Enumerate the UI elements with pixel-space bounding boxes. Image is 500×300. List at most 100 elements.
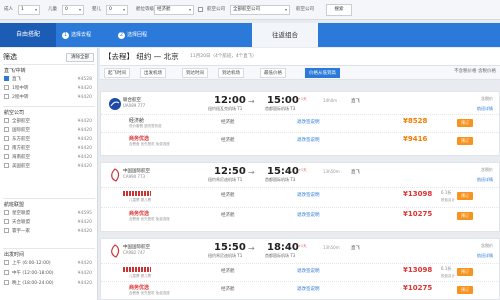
checkbox-icon: [4, 154, 9, 159]
arrival-time: 18:40: [267, 242, 299, 253]
airline-select[interactable]: 全部航空公司 ▾: [230, 5, 290, 15]
tax-toggle[interactable]: 不含税价格 含税价格: [454, 68, 496, 74]
fare-price: ¥10275: [403, 284, 433, 292]
arrow-right-icon: →: [248, 168, 255, 177]
next-day-badge: +1天: [298, 168, 307, 172]
tab-roundtrip-combo[interactable]: 往返组合: [252, 23, 318, 47]
fare-cabin: 经济舱: [221, 120, 235, 125]
next-day-badge: +1天: [298, 97, 307, 101]
route-header: 【去程】 纽约 — 北京 11月20日（4个航班，4个直飞）: [100, 48, 500, 66]
results-panel: 【去程】 纽约 — 北京 11月20日（4个航班，4个直飞） 起飞时间 出发机场…: [100, 48, 500, 300]
flight-details-link[interactable]: 航班详情: [477, 106, 493, 112]
fare-cabin: 经济舱: [221, 193, 235, 198]
checkbox-icon: [4, 145, 9, 150]
chevron-down-icon: ▾: [34, 7, 37, 12]
departure-time: 12:00: [214, 95, 246, 106]
refund-rules-link[interactable]: 退改签说明: [297, 137, 320, 143]
air-china-banner-icon: [123, 267, 151, 272]
stop-type: 直飞: [351, 246, 360, 251]
step-return[interactable]: 2 选择回程: [118, 27, 147, 43]
filter-title: 筛选: [3, 53, 17, 61]
arrival-airport: 首都国际机场 T3: [265, 106, 296, 111]
book-button[interactable]: 预订: [457, 119, 473, 127]
fare-description: 儿童票 婴儿票: [129, 198, 152, 202]
filter-item[interactable]: 星空联盟 ¥4595: [4, 210, 94, 218]
sort-price[interactable]: 最低价格: [260, 68, 286, 78]
united-logo-icon: [109, 98, 121, 110]
booking-steps-bar: 自由搭配 1 选择去程 2 选择回程 往返组合: [0, 23, 500, 47]
filter-sidebar: 筛选 清除全部 直飞/中转 直飞 ¥4528 1程中转 ¥4420 2程中转 ¥442…: [0, 48, 98, 300]
flight-number: CA990 773: [123, 174, 146, 179]
discount-label: 6.1折: [441, 190, 452, 195]
air-china-banner-icon: [123, 191, 151, 196]
sort-dep-time[interactable]: 起飞时间: [104, 68, 130, 78]
fare-cabin: 经济舱: [221, 213, 235, 218]
book-button[interactable]: 预订: [457, 286, 473, 294]
airline-filter-label: 航空公司: [296, 7, 314, 12]
flight-details-link[interactable]: 航班详情: [477, 253, 493, 259]
refund-rules-link[interactable]: 退改签说明: [297, 119, 320, 125]
fare-price: ¥13098: [403, 190, 433, 198]
filter-item[interactable]: 上午 (6:00-12:00) ¥4420: [4, 260, 94, 268]
checkbox-icon: [4, 260, 9, 265]
adult-select[interactable]: 1 ▾: [18, 5, 40, 15]
sort-arr-time[interactable]: 到达时间: [182, 68, 208, 78]
filter-item[interactable]: 全部航空 ¥4420: [4, 118, 94, 126]
step-outbound[interactable]: 1 选择去程: [62, 27, 91, 43]
cabin-select[interactable]: 经济舱 ▾: [154, 5, 194, 15]
refund-rules-link[interactable]: 退改签说明: [297, 212, 320, 218]
book-button[interactable]: 预订: [457, 268, 473, 276]
fare-cabin: 经济舱: [221, 138, 235, 143]
filter-item[interactable]: 海南航空 ¥4420: [4, 154, 94, 162]
flight-duration: 13h50m: [323, 245, 340, 250]
fare-row: 商务优选 含餐食 优先登机 免费选座 经济舱 退改签说明 ¥10275 预订: [101, 207, 499, 223]
fare-name: 商务优选: [129, 136, 150, 142]
filter-item[interactable]: 东方航空 ¥4420: [4, 136, 94, 144]
book-button[interactable]: 预订: [457, 192, 473, 200]
fare-row: 儿童票 婴儿票 经济舱 退改签说明 ¥13098 税费另计 6.1折 预订: [101, 187, 499, 203]
flight-details-link[interactable]: 航班详情: [477, 177, 493, 183]
step-2-icon: 2: [118, 32, 125, 39]
fare-row: 商务优选 含餐食 优先登机 免费选座 经济舱 退改签说明 ¥9416 预订: [101, 132, 499, 148]
filter-item[interactable]: 美国航空 ¥4420: [4, 163, 94, 171]
book-button[interactable]: 预订: [457, 137, 473, 145]
filter-item[interactable]: 天合联盟 ¥4420: [4, 219, 94, 227]
arrival-airport: 首都国际机场 T3: [265, 177, 296, 182]
search-toolbar: 成人 1 ▾ 儿童 0 ▾ 婴儿 0 ▾ 舱位等级 经济舱 ▾ 航空公司 全部航空公司 ▾…: [0, 0, 500, 20]
filter-item[interactable]: 1程中转 ¥4420: [4, 85, 94, 93]
chevron-down-icon: ▾: [122, 7, 125, 12]
stop-type: 直飞: [351, 99, 360, 104]
refund-rules-link[interactable]: 退改签说明: [297, 268, 320, 274]
infant-select[interactable]: 0 ▾: [106, 5, 128, 15]
search-button[interactable]: 搜索: [326, 4, 352, 16]
book-button[interactable]: 预订: [457, 212, 473, 220]
fare-price: ¥9416: [403, 135, 428, 143]
child-select[interactable]: 0 ▾: [62, 5, 84, 15]
filter-item[interactable]: 寰宇一家 ¥4420: [4, 228, 94, 236]
fare-name: 商务优选: [129, 211, 150, 217]
filter-item[interactable]: 中午 (12:00-18:00) ¥4420: [4, 270, 94, 278]
filter-item[interactable]: 直飞 ¥4528: [4, 76, 94, 84]
filter-section-title: 出发时间: [4, 252, 25, 258]
flight-number: UA089 777: [123, 103, 146, 108]
tab-free-combination[interactable]: 自由搭配: [0, 23, 56, 47]
divider: [3, 198, 95, 199]
sort-dep-airport[interactable]: 出发机场: [140, 68, 166, 78]
filter-item[interactable]: 国际航空 ¥4420: [4, 127, 94, 135]
tax-note: 税费另计: [441, 198, 455, 202]
sort-arr-airport[interactable]: 到达机场: [218, 68, 244, 78]
child-label: 儿童: [48, 7, 57, 12]
clear-all-button[interactable]: 清除全部: [66, 53, 94, 62]
refund-rules-link[interactable]: 退改签说明: [297, 192, 320, 198]
fare-description: 含餐食 优先登机 免费选座: [129, 291, 170, 295]
filter-item[interactable]: 晚上 (18:00-24:00) ¥4420: [4, 280, 94, 288]
filter-item[interactable]: 2程中转 ¥4420: [4, 94, 94, 102]
tax-note: 税费另计: [441, 274, 455, 278]
chevron-down-icon: ▾: [284, 7, 287, 12]
air-china-logo-icon: [111, 168, 120, 182]
sort-low-price[interactable]: 价格从低到高: [305, 68, 340, 78]
filter-item[interactable]: 南方航空 ¥4420: [4, 145, 94, 153]
direct-checkbox[interactable]: [198, 7, 203, 12]
arrival-time: 15:00: [267, 95, 299, 106]
refund-rules-link[interactable]: 退改签说明: [297, 286, 320, 292]
